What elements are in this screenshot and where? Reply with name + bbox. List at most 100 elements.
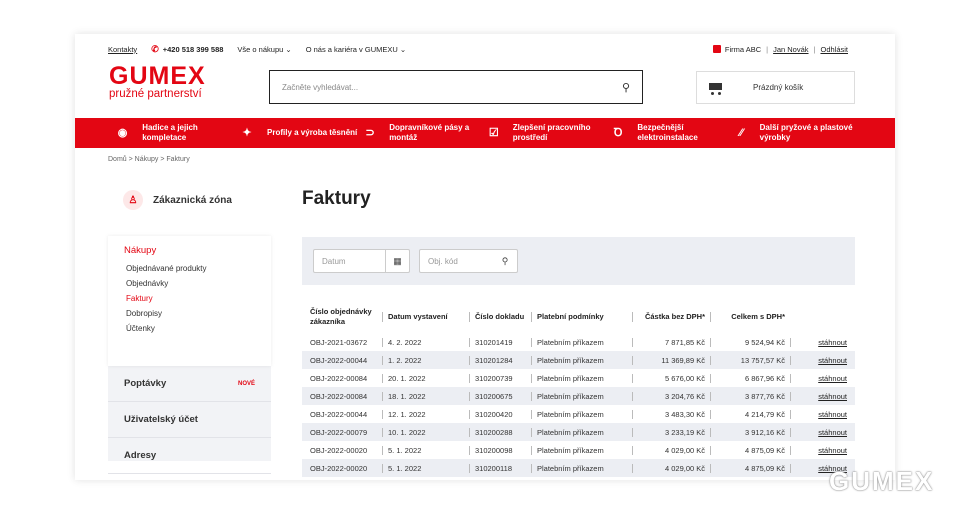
- cell-total-incl-vat: 9 524,94 Kč: [710, 337, 790, 347]
- search-placeholder: Začněte vyhledávat...: [282, 82, 359, 92]
- sidebar-subitem-ordered-products[interactable]: Objednávané produkty: [126, 261, 255, 276]
- cell-download: stáhnout: [790, 337, 852, 347]
- table-row: OBJ-2022-00084 18. 1. 2022 310200675 Plateb…: [302, 387, 855, 405]
- sidebar-item-addresses[interactable]: Adresy: [108, 438, 271, 474]
- sidebar-item-label: Adresy: [124, 450, 157, 461]
- about-menu[interactable]: O nás a kariéra v GUMEXU ⌄: [306, 45, 407, 54]
- search-icon[interactable]: ⚲: [622, 81, 630, 94]
- logout-link[interactable]: Odhlásit: [820, 45, 848, 54]
- cell-document-number: 310200420: [469, 409, 531, 419]
- company-name[interactable]: Firma ABC: [725, 45, 761, 54]
- sidebar-item-account[interactable]: Uživatelský účet: [108, 402, 271, 438]
- cell-payment-terms: Platebním příkazem: [531, 409, 632, 419]
- user-link[interactable]: Jan Novák: [773, 45, 808, 54]
- col-total-incl-vat[interactable]: Celkem s DPH*: [710, 311, 790, 322]
- cell-order-number: OBJ-2022-00084: [310, 391, 368, 401]
- cart-button[interactable]: Prázdný košík: [696, 71, 855, 104]
- account-area: Firma ABC | Jan Novák | Odhlásit: [712, 44, 848, 54]
- download-link[interactable]: stáhnout: [818, 446, 847, 455]
- cell-total-incl-vat: 4 875,09 Kč: [710, 463, 790, 473]
- cell-order-number: OBJ-2021-03672: [310, 337, 368, 347]
- about-menu-label: O nás a kariéra v GUMEXU: [305, 44, 398, 54]
- sidebar-subitem-credit-notes[interactable]: Dobropisy: [126, 306, 255, 321]
- sidebar-subitem-orders[interactable]: Objednávky: [126, 276, 255, 291]
- search-input[interactable]: Začněte vyhledávat... ⚲: [269, 70, 643, 104]
- phone-link[interactable]: ✆ +420 518 399 588: [151, 44, 223, 55]
- table-header: Číslo objednávky zákazníka Datum vystave…: [302, 300, 855, 333]
- col-date[interactable]: Datum vystavení: [382, 311, 469, 322]
- sidebar-item-inquiries[interactable]: Poptávky NOVÉ: [108, 366, 271, 402]
- sidebar: Nákupy Objednávané produkty Objednávky F…: [108, 236, 271, 474]
- download-link[interactable]: stáhnout: [818, 428, 847, 437]
- electric-icon: Ꝺ: [613, 127, 623, 139]
- sidebar-purchases: Nákupy Objednávané produkty Objednávky F…: [108, 236, 271, 366]
- download-link[interactable]: stáhnout: [818, 338, 847, 347]
- cell-issue-date: 18. 1. 2022: [382, 391, 469, 401]
- page-title: Faktury: [302, 188, 371, 209]
- cell-order-number: OBJ-2022-00020: [310, 445, 368, 455]
- phone-number: +420 518 399 588: [162, 44, 224, 54]
- cell-amount-excl-vat: 3 233,19 Kč: [632, 427, 710, 437]
- nav-item-profiles[interactable]: ✦ Profily a výroba těsnění: [239, 128, 363, 139]
- cell-order-number: OBJ-2022-00079: [310, 427, 368, 437]
- sidebar-subitem-invoices[interactable]: Faktury: [126, 291, 255, 306]
- cell-amount-excl-vat: 11 369,89 Kč: [632, 355, 710, 365]
- cell-total-incl-vat: 13 757,57 Kč: [710, 355, 790, 365]
- browser-page: Kontakty ✆ +420 518 399 588 Vše o nákupu …: [75, 34, 895, 480]
- cell-order-number: OBJ-2022-00044: [310, 409, 368, 419]
- nav-item-workspace[interactable]: ☑ Zlepšení pracovního prostředí: [487, 123, 611, 143]
- cell-issue-date: 20. 1. 2022: [382, 373, 469, 383]
- logo[interactable]: GUMEX pružné partnerství: [109, 64, 206, 101]
- separator: |: [813, 44, 816, 54]
- calendar-icon[interactable]: ▦: [385, 250, 409, 272]
- nav-label: Profily a výroba těsnění: [267, 128, 358, 137]
- col-payment-terms[interactable]: Platební podmínky: [531, 311, 632, 322]
- contacts-link[interactable]: Kontakty: [108, 45, 137, 54]
- table-row: OBJ-2022-00044 1. 2. 2022 310201284 Platebn…: [302, 351, 855, 369]
- cell-total-incl-vat: 3 912,16 Kč: [710, 427, 790, 437]
- nav-label: Hadice a jejich kompletace: [142, 123, 198, 142]
- cell-total-incl-vat: 3 877,76 Kč: [710, 391, 790, 401]
- watermark-logo: GUMEX: [829, 466, 935, 496]
- table-row: OBJ-2022-00084 20. 1. 2022 310200739 Plateb…: [302, 369, 855, 387]
- separator: |: [766, 44, 769, 54]
- sidebar-item-purchases[interactable]: Nákupy: [124, 245, 255, 256]
- nav-label: Další pryžové a plastové výrobky: [759, 123, 853, 142]
- nav-item-electric[interactable]: Ꝺ Bezpečnější elektroinstalace: [611, 123, 735, 143]
- breadcrumb[interactable]: Domů > Nákupy > Faktury: [108, 156, 190, 163]
- cart-icon: [707, 81, 723, 95]
- order-code-filter[interactable]: Obj. kód ⚲: [419, 249, 518, 273]
- sidebar-item-label: Poptávky: [124, 378, 167, 389]
- download-link[interactable]: stáhnout: [818, 356, 847, 365]
- download-link[interactable]: stáhnout: [818, 392, 847, 401]
- nav-item-rubber[interactable]: ⁄⁄ Další pryžové a plastové výrobky: [735, 123, 859, 143]
- chevron-down-icon: ⌄: [285, 44, 292, 54]
- col-amount-excl-vat[interactable]: Částka bez DPH*: [632, 311, 710, 322]
- cell-document-number: 310200098: [469, 445, 531, 455]
- cell-amount-excl-vat: 3 483,30 Kč: [632, 409, 710, 419]
- cell-amount-excl-vat: 5 676,00 Kč: [632, 373, 710, 383]
- cell-amount-excl-vat: 4 029,00 Kč: [632, 445, 710, 455]
- cell-total-incl-vat: 4 875,09 Kč: [710, 445, 790, 455]
- cell-issue-date: 5. 1. 2022: [382, 463, 469, 473]
- table-row: OBJ-2022-00079 10. 1. 2022 310200288 Plateb…: [302, 423, 855, 441]
- cell-document-number: 310200675: [469, 391, 531, 401]
- col-order-number[interactable]: Číslo objednávky zákazníka: [302, 307, 382, 327]
- table-body: OBJ-2021-03672 4. 2. 2022 310201419 Platebn…: [302, 333, 855, 477]
- nav-label: Bezpečnější elektroinstalace: [637, 123, 698, 142]
- logo-tagline: pružné partnerství: [109, 88, 202, 100]
- search-icon[interactable]: ⚲: [493, 250, 517, 272]
- cell-order-number: OBJ-2022-00084: [310, 373, 368, 383]
- purchase-menu[interactable]: Vše o nákupu ⌄: [237, 45, 291, 54]
- cell-issue-date: 10. 1. 2022: [382, 427, 469, 437]
- download-link[interactable]: stáhnout: [818, 374, 847, 383]
- cell-total-incl-vat: 4 214,79 Kč: [710, 409, 790, 419]
- sidebar-subitem-receipts[interactable]: Účtenky: [126, 321, 255, 336]
- download-link[interactable]: stáhnout: [818, 410, 847, 419]
- col-document-number[interactable]: Číslo dokladu: [469, 311, 531, 322]
- nav-item-belts[interactable]: ⊃ Dopravníkové pásy a montáž: [363, 123, 487, 143]
- date-filter[interactable]: Datum ▦: [313, 249, 410, 273]
- cell-document-number: 310200118: [469, 463, 531, 473]
- nav-item-hoses[interactable]: ◉ Hadice a jejich kompletace: [115, 123, 239, 143]
- invoice-table: Číslo objednávky zákazníka Datum vystave…: [302, 300, 855, 477]
